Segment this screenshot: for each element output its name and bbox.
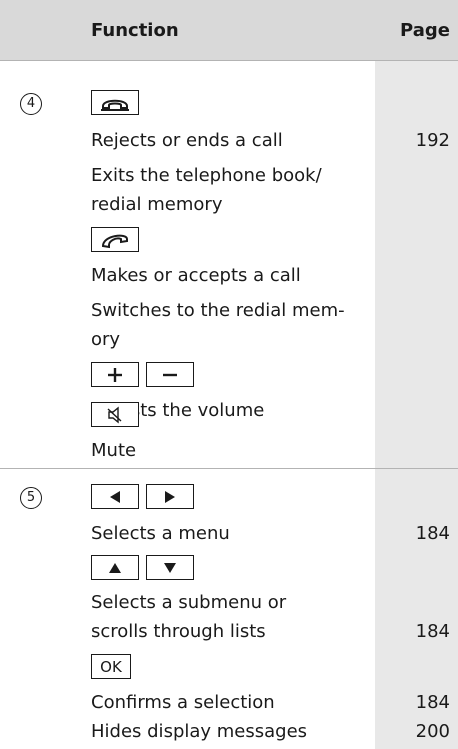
left-arrow-key bbox=[91, 484, 139, 509]
row-text: Makes or accepts a call bbox=[91, 265, 301, 286]
row-text: redial memory bbox=[91, 194, 223, 215]
page-column-header: Page bbox=[400, 20, 450, 41]
page-ref: 184 bbox=[415, 523, 450, 544]
row-text: scrolls through lists bbox=[91, 621, 266, 642]
up-arrow-key bbox=[91, 555, 139, 580]
row-text: Mute bbox=[91, 440, 137, 461]
mute-key bbox=[91, 402, 139, 427]
section-number-5: 5 bbox=[20, 487, 42, 509]
row-text: Confirms a selection bbox=[91, 692, 275, 713]
minus-icon bbox=[163, 373, 177, 376]
accept-call-key bbox=[91, 227, 139, 252]
down-arrow-icon bbox=[164, 562, 176, 573]
page-column-background bbox=[375, 61, 458, 749]
section-divider bbox=[0, 468, 458, 469]
left-arrow-icon bbox=[110, 490, 120, 503]
section-number-4: 4 bbox=[20, 93, 42, 115]
page-ref: 200 bbox=[415, 721, 450, 742]
row-text: Exits the telephone book/ bbox=[91, 165, 322, 186]
row-text: ory bbox=[91, 329, 121, 350]
volume-up-key bbox=[91, 362, 139, 387]
row-text: Selects a menu bbox=[91, 523, 230, 544]
plus-icon bbox=[108, 367, 122, 382]
row-text: Selects a submenu or bbox=[91, 592, 287, 613]
accept-call-icon bbox=[101, 234, 128, 248]
mute-icon bbox=[107, 406, 122, 423]
ok-key: OK bbox=[91, 654, 131, 679]
down-arrow-key bbox=[146, 555, 194, 580]
right-arrow-key bbox=[146, 484, 194, 509]
row-text: Rejects or ends a call bbox=[91, 130, 283, 151]
up-arrow-icon bbox=[109, 562, 121, 573]
end-call-icon bbox=[101, 99, 129, 111]
function-column-header: Function bbox=[91, 20, 179, 41]
end-call-key bbox=[91, 90, 139, 115]
page-ref: 184 bbox=[415, 621, 450, 642]
row-text: Switches to the redial mem- bbox=[91, 300, 345, 321]
table-header: Function Page bbox=[0, 0, 458, 61]
page-ref: 184 bbox=[415, 692, 450, 713]
right-arrow-icon bbox=[165, 490, 175, 503]
function-table: Function Page 4 Rejects or ends a call 1… bbox=[0, 0, 458, 749]
page-ref: 192 bbox=[415, 130, 450, 151]
volume-down-key bbox=[146, 362, 194, 387]
row-text: Hides display messages bbox=[91, 721, 308, 742]
